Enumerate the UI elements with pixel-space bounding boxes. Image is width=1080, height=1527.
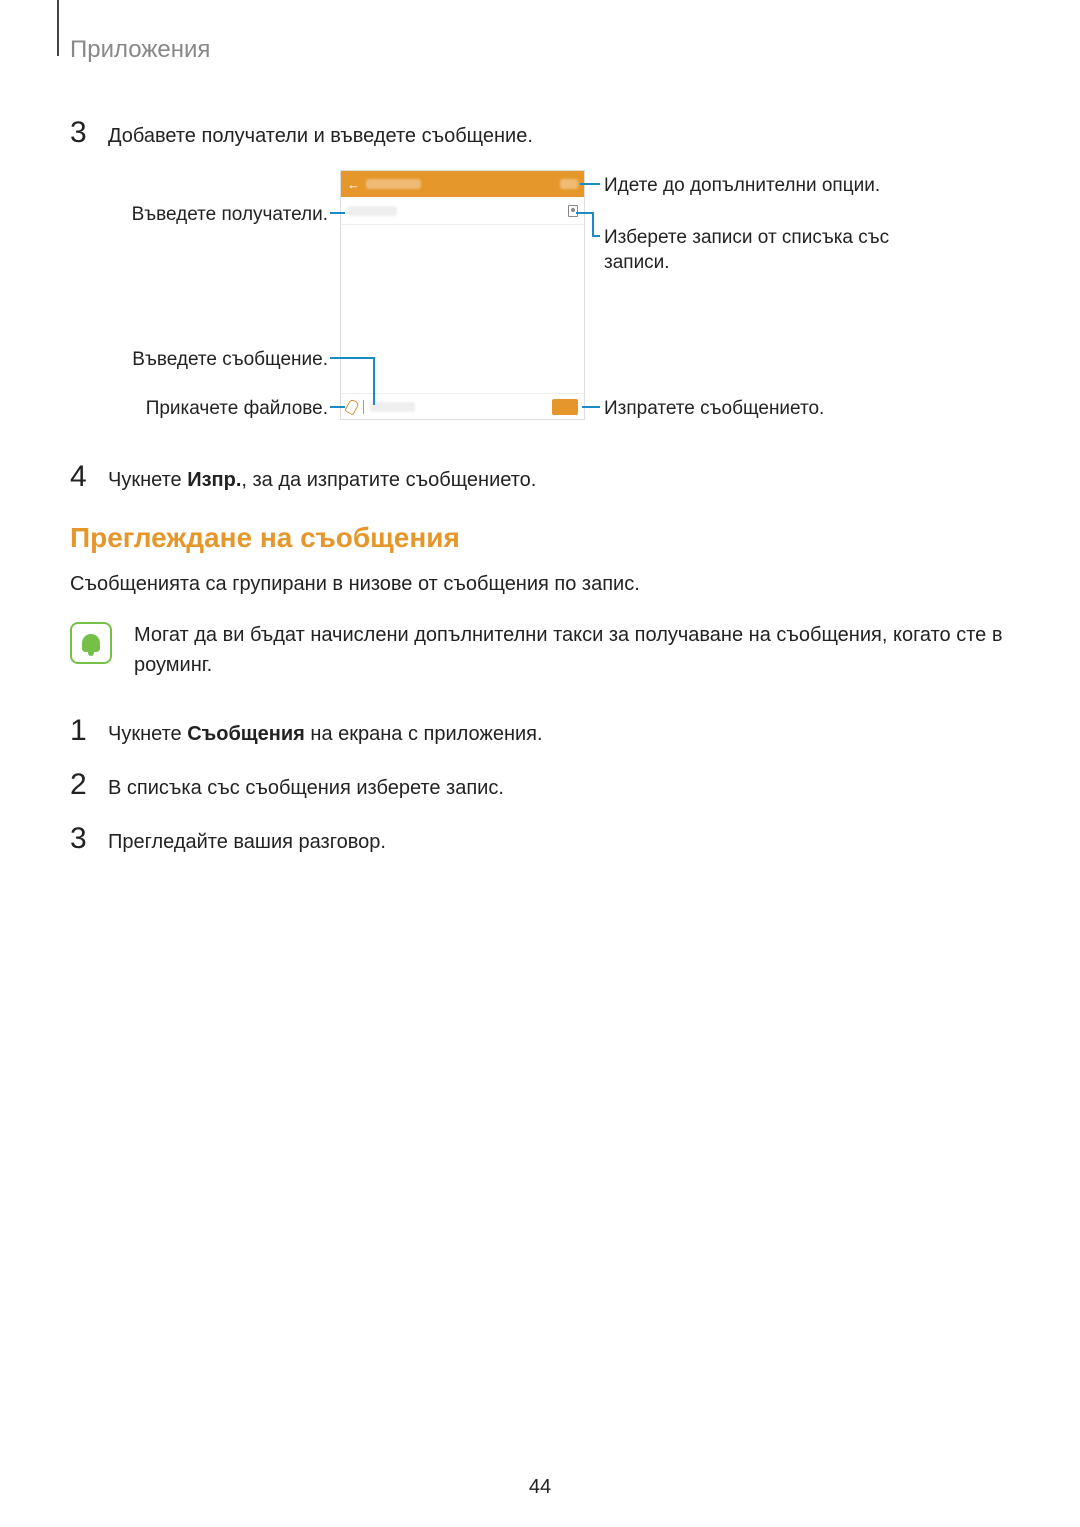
- step-number: 1: [70, 714, 108, 748]
- compose-footer: [341, 393, 584, 420]
- view-step-2: 2 В списъка със съобщения изберете запис…: [70, 768, 1010, 802]
- step-3: 3 Добавете получатели и въведете съобщен…: [70, 116, 1010, 150]
- more-options-blur: [560, 179, 578, 189]
- text-suffix: на екрана с приложения.: [305, 723, 543, 745]
- step-number: 2: [70, 768, 108, 802]
- recipient-placeholder-blur: [347, 206, 397, 216]
- leader-line: [580, 183, 600, 185]
- leader-line: [330, 406, 345, 408]
- send-button-mock: [552, 399, 578, 415]
- phone-mockup: ←: [340, 170, 585, 420]
- text-prefix: Чукнете: [108, 469, 187, 491]
- page-header: Приложения: [70, 36, 1010, 64]
- step-text: Чукнете Съобщения на екрана с приложения…: [108, 718, 543, 748]
- callout-attach-files: Прикачете файлове.: [146, 397, 328, 422]
- callout-enter-recipients: Въведете получатели.: [132, 203, 328, 228]
- recipient-field-row: [341, 197, 584, 225]
- section-title: Преглеждане на съобщения: [70, 522, 1010, 554]
- view-step-3: 3 Прегледайте вашия разговор.: [70, 822, 1010, 856]
- leader-line: [576, 212, 592, 214]
- callout-more-options: Идете до допълнителни опции.: [604, 174, 880, 199]
- page-number: 44: [0, 1476, 1080, 1499]
- leader-line: [592, 235, 600, 237]
- leader-line: [373, 357, 375, 405]
- note-block: Могат да ви бъдат начислени допълнителни…: [70, 620, 1010, 680]
- message-body-area: [341, 225, 584, 393]
- text-bold: Изпр.: [187, 469, 241, 491]
- note-text: Могат да ви бъдат начислени допълнителни…: [134, 620, 1010, 680]
- page-content: Приложения 3 Добавете получатели и въвед…: [0, 0, 1080, 856]
- leader-line: [330, 212, 345, 214]
- message-placeholder-blur: [370, 402, 415, 412]
- callout-enter-message: Въведете съобщение.: [132, 348, 328, 373]
- bell-icon: [82, 634, 100, 652]
- step-text: В списъка със съобщения изберете запис.: [108, 772, 504, 802]
- step-number: 3: [70, 116, 108, 150]
- attach-icon: [344, 398, 360, 415]
- section-intro: Съобщенията са групирани в низове от съо…: [70, 570, 1010, 598]
- callout-select-contacts-line2: записи.: [604, 251, 670, 276]
- page-edge-marker: [57, 0, 59, 56]
- leader-line: [582, 406, 600, 408]
- text-bold: Съобщения: [187, 723, 305, 745]
- view-step-1: 1 Чукнете Съобщения на екрана с приложен…: [70, 714, 1010, 748]
- step-4: 4 Чукнете Изпр., за да изпратите съобщен…: [70, 460, 1010, 494]
- app-header-bar: ←: [341, 171, 584, 197]
- callout-send-message: Изпратете съобщението.: [604, 397, 824, 422]
- footer-divider: [363, 400, 364, 414]
- step-text: Прегледайте вашия разговор.: [108, 826, 386, 856]
- back-arrow-icon: ←: [347, 177, 360, 192]
- leader-line: [592, 212, 594, 236]
- text-suffix: , за да изпратите съобщението.: [241, 469, 536, 491]
- compose-message-figure: ← Въведете получатели. Въведете съобщени…: [70, 170, 1010, 430]
- contacts-picker-icon: [568, 205, 578, 217]
- leader-line: [330, 357, 374, 359]
- step-number: 4: [70, 460, 108, 494]
- callout-select-contacts-line1: Изберете записи от списъка със: [604, 226, 889, 251]
- text-prefix: Чукнете: [108, 723, 187, 745]
- header-title-blur: [366, 179, 421, 189]
- step-text: Чукнете Изпр., за да изпратите съобщение…: [108, 464, 536, 494]
- step-text: Добавете получатели и въведете съобщение…: [108, 120, 533, 150]
- step-number: 3: [70, 822, 108, 856]
- note-bell-icon: [70, 622, 112, 664]
